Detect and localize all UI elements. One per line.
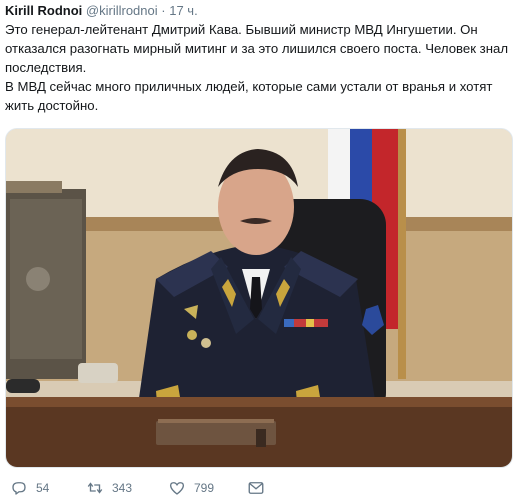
separator-dot: · bbox=[161, 3, 166, 18]
tweet-text: Это генерал-лейтенант Дмитрий Кава. Бывш… bbox=[5, 20, 513, 115]
tweet-paragraph: Это генерал-лейтенант Дмитрий Кава. Бывш… bbox=[5, 22, 509, 75]
reply-count: 54 bbox=[36, 480, 50, 495]
like-button[interactable]: 799 bbox=[168, 472, 214, 503]
retweet-count: 343 bbox=[112, 480, 133, 495]
tweet: Kirill Rodnoi @kirillrodnoi · 17 ч. Это … bbox=[0, 0, 517, 503]
reply-icon bbox=[12, 481, 26, 495]
author-name[interactable]: Kirill Rodnoi bbox=[5, 3, 82, 18]
tweet-paragraph: В МВД сейчас много приличных людей, кото… bbox=[5, 79, 493, 113]
tweet-photo[interactable] bbox=[5, 128, 513, 468]
tweet-time[interactable]: 17 ч. bbox=[169, 3, 197, 18]
retweet-button[interactable]: 343 bbox=[86, 472, 132, 503]
tweet-actions: 54 343 799 bbox=[0, 472, 517, 503]
envelope-icon bbox=[248, 481, 264, 494]
tweet-header: Kirill Rodnoi @kirillrodnoi · 17 ч. bbox=[5, 3, 198, 19]
author-handle[interactable]: @kirillrodnoi bbox=[86, 3, 158, 18]
direct-message-button[interactable] bbox=[247, 472, 265, 503]
reply-button[interactable]: 54 bbox=[10, 472, 49, 503]
retweet-icon bbox=[87, 481, 103, 494]
heart-icon bbox=[169, 481, 185, 495]
like-count: 799 bbox=[194, 480, 215, 495]
